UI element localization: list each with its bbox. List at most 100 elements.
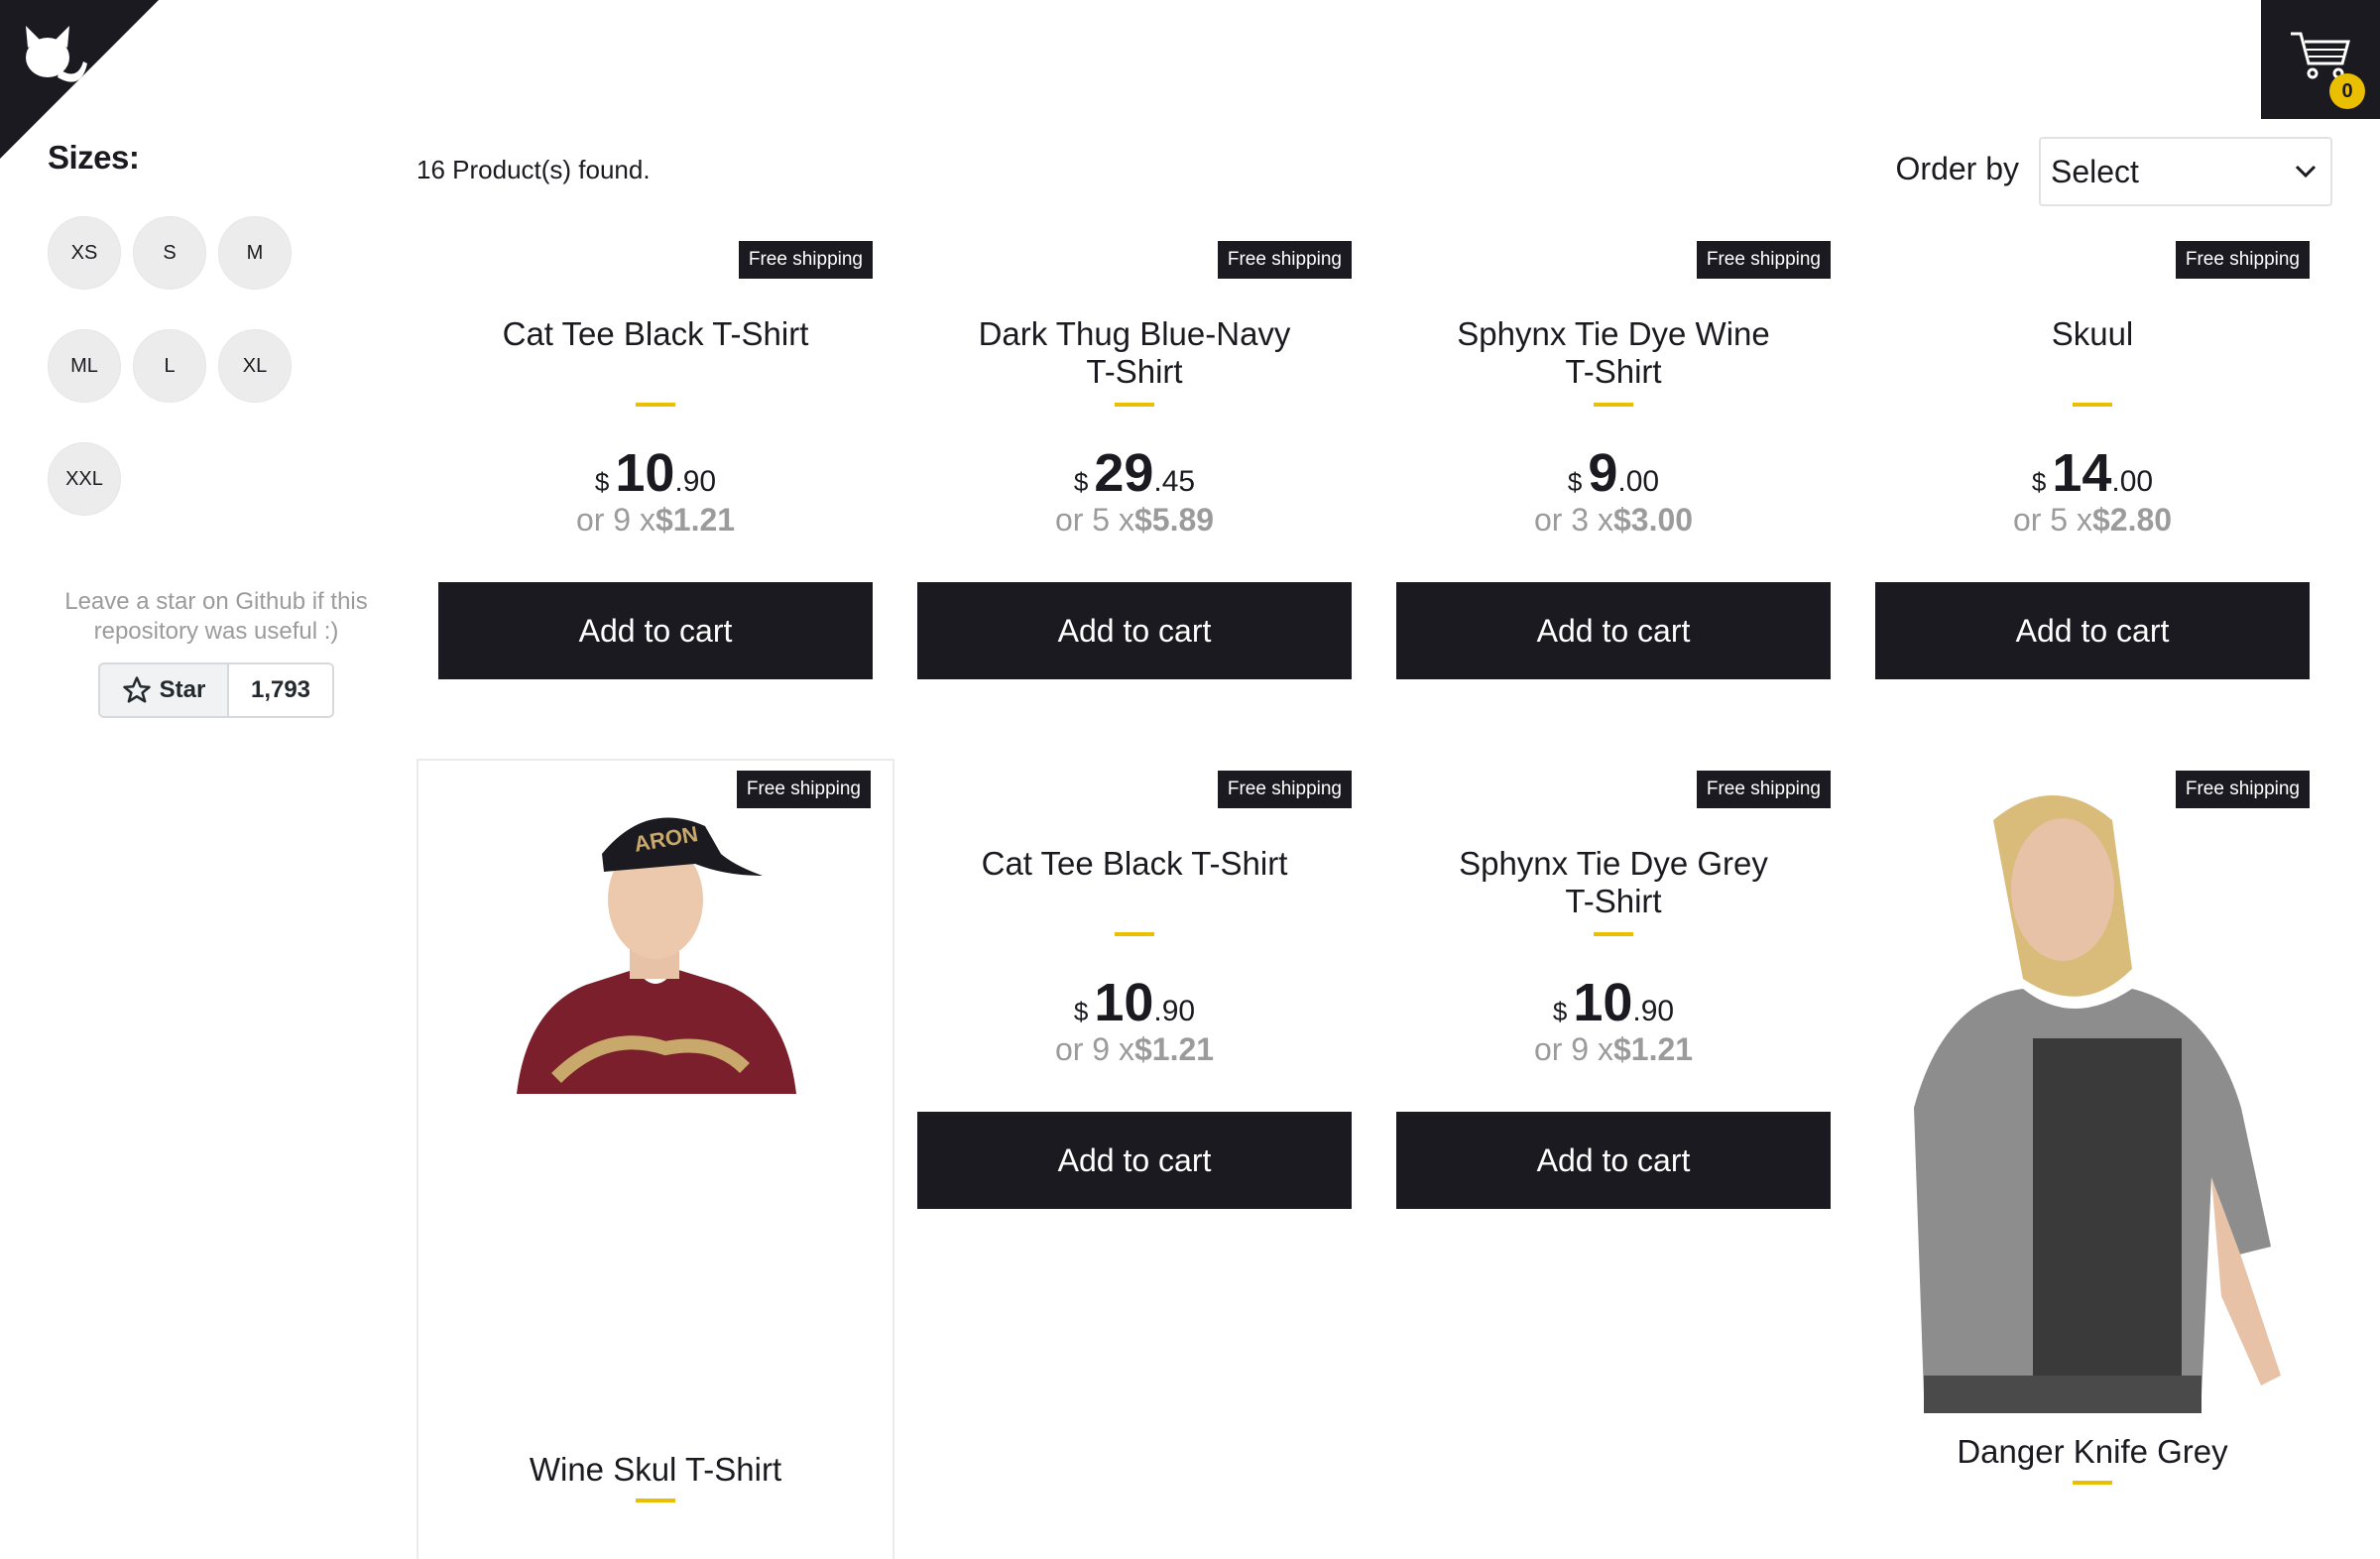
price-decimal: .90 bbox=[1153, 995, 1196, 1027]
chevron-down-icon bbox=[2295, 165, 2317, 179]
free-shipping-badge: Free shipping bbox=[2175, 241, 2310, 279]
product-title: Danger Knife Grey bbox=[1957, 1433, 2228, 1470]
installment-prefix: or 9 x bbox=[575, 502, 655, 538]
size-filter-xl[interactable]: XL bbox=[218, 329, 292, 403]
free-shipping-badge: Free shipping bbox=[1217, 771, 1352, 808]
product-card[interactable]: Free shipping Skuul $14.00 or 5 x$2.80 A… bbox=[1853, 231, 2331, 679]
add-to-cart-button[interactable]: Add to cart bbox=[1396, 582, 1831, 679]
add-to-cart-button[interactable]: Add to cart bbox=[1396, 1112, 1831, 1209]
product-card[interactable]: Free shipping Cat Tee Black T-Shirt $10.… bbox=[895, 761, 1373, 1209]
size-filter-xs[interactable]: XS bbox=[48, 216, 121, 290]
product-installment: or 5 x$2.80 bbox=[1853, 502, 2331, 539]
title-separator bbox=[1594, 403, 1633, 407]
product-title: Cat Tee Black T-Shirt bbox=[981, 845, 1288, 882]
free-shipping-badge: Free shipping bbox=[1696, 771, 1831, 808]
title-separator bbox=[1594, 932, 1633, 936]
product-photo bbox=[1884, 780, 2301, 1413]
price-decimal: .45 bbox=[1153, 465, 1196, 498]
cart-quantity-badge: 0 bbox=[2329, 73, 2365, 109]
product-card[interactable]: Free shipping Sphynx Tie Dye Grey T-Shir… bbox=[1374, 761, 1852, 1209]
github-star-label: Star bbox=[159, 676, 206, 703]
free-shipping-badge: Free shipping bbox=[736, 771, 871, 808]
price-currency: $ bbox=[2031, 467, 2047, 497]
size-filter-m[interactable]: M bbox=[218, 216, 292, 290]
installment-value: $1.21 bbox=[1612, 1031, 1694, 1067]
star-icon bbox=[122, 676, 151, 703]
price-integer: 14 bbox=[2052, 443, 2112, 503]
title-separator bbox=[1115, 403, 1154, 407]
product-image-wine-skul: ARON bbox=[418, 780, 892, 1094]
github-star-note: Leave a star on Github if this repositor… bbox=[64, 588, 368, 645]
product-card[interactable]: Free shipping Danger Knife Grey bbox=[1853, 761, 2331, 1559]
installment-prefix: or 9 x bbox=[1533, 1031, 1613, 1067]
add-to-cart-button[interactable]: Add to cart bbox=[917, 582, 1352, 679]
size-filter-xxl[interactable]: XXL bbox=[48, 442, 121, 516]
sizes-title: Sizes: bbox=[48, 139, 140, 176]
product-installment: or 9 x$1.21 bbox=[416, 502, 894, 539]
product-photo: ARON bbox=[497, 780, 814, 1094]
price-decimal: .90 bbox=[1632, 995, 1675, 1027]
price-integer: 10 bbox=[615, 443, 675, 503]
title-separator bbox=[636, 403, 675, 407]
product-shelf: 16 Product(s) found. Order by Select Fre… bbox=[416, 133, 2332, 1559]
price-integer: 29 bbox=[1094, 443, 1154, 503]
github-octocat-icon bbox=[0, 0, 159, 159]
free-shipping-badge: Free shipping bbox=[2175, 771, 2310, 808]
product-title: Wine Skul T-Shirt bbox=[529, 1451, 782, 1488]
product-price: $9.00 bbox=[1374, 442, 1852, 504]
title-separator bbox=[2073, 1481, 2112, 1485]
installment-prefix: or 9 x bbox=[1054, 1031, 1134, 1067]
order-by-label: Order by bbox=[1895, 151, 2019, 186]
add-to-cart-button[interactable]: Add to cart bbox=[1875, 582, 2310, 679]
product-card[interactable]: Free shipping Sphynx Tie Dye Wine T-Shir… bbox=[1374, 231, 1852, 679]
price-currency: $ bbox=[1552, 997, 1568, 1026]
products-found-count: 16 Product(s) found. bbox=[416, 155, 651, 184]
shelf-header: 16 Product(s) found. Order by Select bbox=[416, 133, 2332, 222]
github-star-button[interactable]: Star bbox=[100, 664, 229, 716]
product-card[interactable]: ARON Free shipping Wine Skul T-Shirt bbox=[416, 759, 894, 1559]
product-price: $14.00 bbox=[1853, 442, 2331, 504]
free-shipping-badge: Free shipping bbox=[738, 241, 873, 279]
installment-prefix: or 3 x bbox=[1533, 502, 1613, 538]
filters-sidebar: Sizes: XS S M ML L XL XXL Leave a star o… bbox=[48, 139, 385, 718]
installment-value: $3.00 bbox=[1612, 502, 1694, 538]
product-title: Skuul bbox=[2051, 315, 2134, 352]
price-integer: 9 bbox=[1588, 443, 1618, 503]
github-star-count[interactable]: 1,793 bbox=[229, 664, 332, 716]
price-decimal: .00 bbox=[2111, 465, 2154, 498]
product-card[interactable]: Free shipping Cat Tee Black T-Shirt $10.… bbox=[416, 231, 894, 679]
product-title: Sphynx Tie Dye Grey T-Shirt bbox=[1459, 845, 1768, 919]
cart-button[interactable]: 0 bbox=[2261, 0, 2380, 119]
add-to-cart-button[interactable]: Add to cart bbox=[917, 1112, 1352, 1209]
order-by-select[interactable]: Select bbox=[2039, 137, 2332, 206]
add-to-cart-button[interactable]: Add to cart bbox=[438, 582, 873, 679]
free-shipping-badge: Free shipping bbox=[1217, 241, 1352, 279]
product-title: Sphynx Tie Dye Wine T-Shirt bbox=[1457, 315, 1770, 390]
installment-prefix: or 5 x bbox=[1054, 502, 1134, 538]
title-separator bbox=[1115, 932, 1154, 936]
price-currency: $ bbox=[1567, 467, 1583, 497]
product-card[interactable]: Free shipping Dark Thug Blue-Navy T-Shir… bbox=[895, 231, 1373, 679]
price-currency: $ bbox=[1073, 467, 1089, 497]
price-decimal: .00 bbox=[1617, 465, 1660, 498]
product-price: $10.90 bbox=[416, 442, 894, 504]
installment-value: $5.89 bbox=[1133, 502, 1215, 538]
size-filter-ml[interactable]: ML bbox=[48, 329, 121, 403]
title-separator bbox=[2073, 403, 2112, 407]
installment-value: $1.21 bbox=[1133, 1031, 1215, 1067]
price-integer: 10 bbox=[1573, 973, 1633, 1032]
size-filter-s[interactable]: S bbox=[133, 216, 206, 290]
installment-prefix: or 5 x bbox=[2012, 502, 2092, 538]
product-installment: or 5 x$5.89 bbox=[895, 502, 1373, 539]
github-star-widget: Star 1,793 bbox=[98, 662, 334, 718]
product-title: Cat Tee Black T-Shirt bbox=[502, 315, 809, 352]
size-filter-l[interactable]: L bbox=[133, 329, 206, 403]
order-by-value: Select bbox=[2051, 153, 2139, 189]
product-price: $29.45 bbox=[895, 442, 1373, 504]
product-installment: or 9 x$1.21 bbox=[895, 1031, 1373, 1068]
price-integer: 10 bbox=[1094, 973, 1154, 1032]
installment-value: $1.21 bbox=[654, 502, 736, 538]
product-title: Dark Thug Blue-Navy T-Shirt bbox=[978, 315, 1291, 390]
price-decimal: .90 bbox=[674, 465, 717, 498]
github-corner-link[interactable] bbox=[0, 0, 159, 159]
